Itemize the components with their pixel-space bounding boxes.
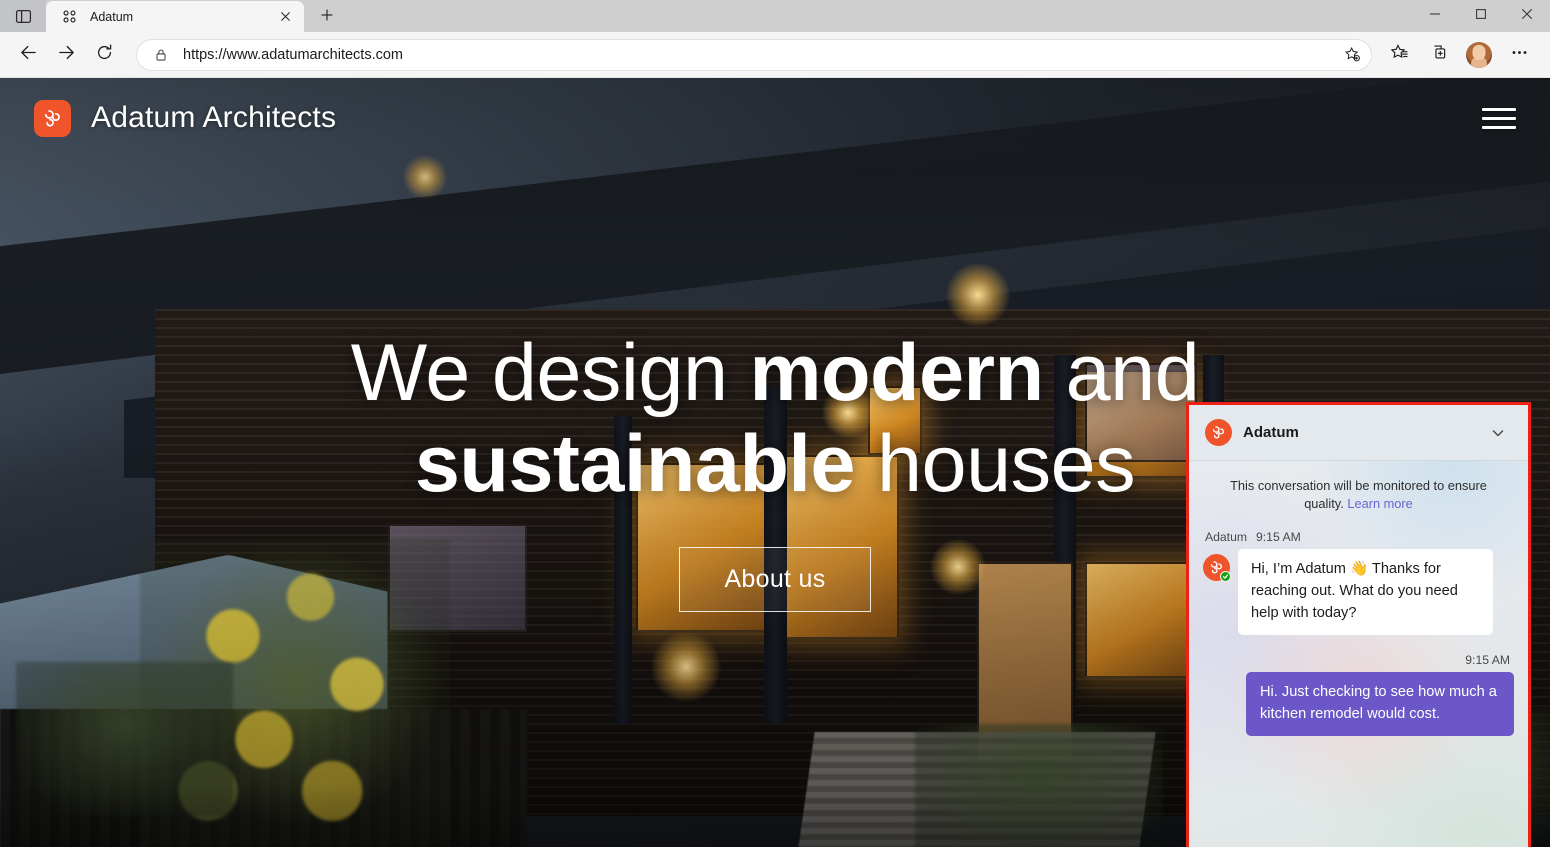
adatum-logo-icon <box>34 99 71 137</box>
address-bar[interactable]: https://www.adatumarchitects.com <box>136 38 1372 71</box>
hero-headline-emphasis-2: sustainable <box>414 418 856 509</box>
incoming-message-sender: Adatum <box>1205 530 1248 545</box>
browser-tab[interactable]: Adatum <box>46 1 304 32</box>
window-controls <box>1412 0 1550 32</box>
minimize-button[interactable] <box>1412 0 1458 32</box>
favorites-button[interactable] <box>1380 37 1418 73</box>
hamburger-bar-2 <box>1482 116 1516 120</box>
close-icon <box>1521 7 1533 25</box>
close-window-button[interactable] <box>1504 0 1550 32</box>
reload-icon <box>95 43 114 67</box>
hero-headline-part-3: houses <box>854 418 1136 509</box>
chat-title: Adatum <box>1243 424 1299 441</box>
forward-button[interactable] <box>48 37 84 73</box>
maximize-icon <box>1475 7 1487 25</box>
chat-notice-line-1: This conversation will be monitored <box>1230 478 1430 493</box>
incoming-message-meta: Adatum 9:15 AM <box>1205 530 1514 544</box>
chat-widget-highlight: Adatum This conversation will be monitor… <box>1186 402 1531 847</box>
close-icon[interactable] <box>274 6 296 28</box>
hamburger-bar-3 <box>1482 125 1516 129</box>
hero-headline-part-1: We design <box>350 328 750 418</box>
incoming-message-bubble: Hi, I’m Adatum 👋 Thanks for reaching out… <box>1238 549 1493 636</box>
star-plus-icon[interactable] <box>1339 42 1365 68</box>
chat-message-list[interactable]: This conversation will be monitored to e… <box>1189 461 1528 846</box>
favorites-star-icon <box>1390 43 1409 67</box>
brand-logo-link[interactable]: Adatum Architects <box>34 99 337 137</box>
settings-and-more-button[interactable] <box>1500 37 1538 73</box>
outgoing-message-bubble: Hi. Just checking to see how much a kitc… <box>1246 672 1514 737</box>
chat-widget: Adatum This conversation will be monitor… <box>1189 405 1528 847</box>
navigation-toolbar: https://www.adatumarchitects.com <box>0 32 1550 78</box>
reload-button[interactable] <box>86 37 122 73</box>
incoming-message-row: Hi, I’m Adatum 👋 Thanks for reaching out… <box>1203 549 1514 636</box>
url-text: https://www.adatumarchitects.com <box>183 46 403 63</box>
browser-window: Adatum https://www.adatumarchitects.com … <box>0 0 1550 847</box>
more-ellipsis-icon <box>1510 43 1529 67</box>
outgoing-message-time: 9:15 AM <box>1465 653 1510 668</box>
collections-icon <box>1430 43 1449 67</box>
incoming-avatar-wrapper <box>1203 554 1231 583</box>
learn-more-link[interactable]: Learn more <box>1347 496 1412 511</box>
tab-strip: Adatum <box>0 0 1550 32</box>
site-header: Adatum Architects <box>0 78 1550 158</box>
brand-name: Adatum Architects <box>91 101 337 134</box>
tab-panel-icon <box>15 8 32 25</box>
page-viewport: Adatum Architects We design modern and s… <box>0 78 1550 847</box>
back-arrow-icon <box>19 43 38 67</box>
hamburger-menu-icon[interactable] <box>1482 105 1516 131</box>
tab-title: Adatum <box>90 9 134 24</box>
incoming-message-time: 9:15 AM <box>1256 530 1301 545</box>
about-us-button[interactable]: About us <box>679 547 871 613</box>
profile-avatar-icon <box>1466 41 1492 68</box>
adatum-bot-avatar-icon <box>1205 419 1232 446</box>
hamburger-bar-1 <box>1482 107 1516 111</box>
minimize-icon <box>1429 7 1441 25</box>
new-tab-button[interactable] <box>310 2 344 32</box>
outgoing-message-row: Hi. Just checking to see how much a kitc… <box>1203 672 1514 737</box>
chevron-down-icon[interactable] <box>1484 419 1512 447</box>
plus-icon <box>320 8 334 27</box>
chat-header: Adatum <box>1189 405 1528 461</box>
profile-button[interactable] <box>1460 37 1498 73</box>
chat-monitoring-notice: This conversation will be monitored to e… <box>1203 473 1514 522</box>
forward-arrow-icon <box>57 43 76 67</box>
presence-available-icon <box>1220 571 1231 583</box>
back-button[interactable] <box>10 37 46 73</box>
collections-button[interactable] <box>1420 37 1458 73</box>
grid-apps-icon <box>60 8 78 26</box>
lock-icon <box>151 48 171 62</box>
toolbar-actions <box>1380 37 1540 73</box>
hero-headline-part-2: and <box>1043 328 1200 418</box>
hero-headline-emphasis-1: modern <box>749 328 1045 418</box>
maximize-button[interactable] <box>1458 0 1504 32</box>
tab-actions-menu-button[interactable] <box>0 0 46 32</box>
